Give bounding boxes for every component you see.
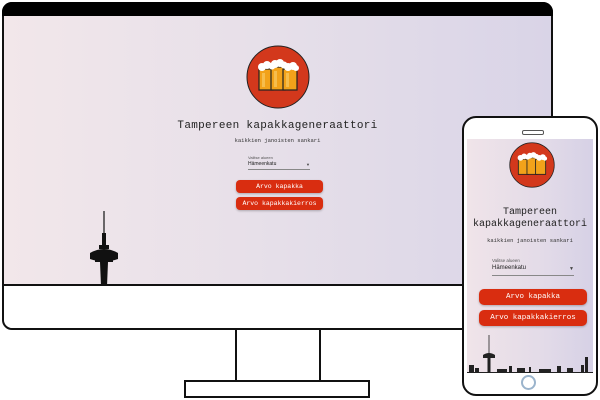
phone-speaker [522,130,544,135]
beer-mugs-icon [246,45,310,109]
mobile-screen: Tampereen kapakkageneraattori kaikkien j… [467,139,593,373]
page-title: Tampereen kapakkageneraattori [472,207,588,230]
area-select-value: Hämeenkatu [492,265,527,271]
area-select[interactable]: Hämeenkatu ▼ [492,265,574,276]
random-bar-button[interactable]: Arvo kapakka [479,289,587,305]
beer-mugs-icon [509,142,555,188]
home-button[interactable] [521,375,536,390]
dropdown-arrow-icon: ▼ [569,266,574,272]
area-select-value: Hämeenkatu [248,161,277,167]
area-select[interactable]: Hämeenkatu ▼ [248,161,310,170]
monitor-stand [235,330,321,380]
monitor-top-bezel [2,2,553,16]
random-bar-button[interactable]: Arvo kapakka [236,180,323,193]
random-crawl-button[interactable]: Arvo kapakkakierros [479,310,587,326]
area-select-label: Valitse alueen [492,258,520,263]
area-select-label: Valitse alueen [248,155,273,160]
monitor-stand-base [184,380,370,398]
nasinneula-tower-icon [90,211,118,284]
page-subtitle: kaikkien janoisten sankari [487,237,573,244]
random-crawl-button[interactable]: Arvo kapakkakierros [236,197,323,210]
city-skyline-icon [467,335,593,373]
mobile-phone: Tampereen kapakkageneraattori kaikkien j… [462,116,598,396]
dropdown-arrow-icon: ▼ [306,162,310,167]
